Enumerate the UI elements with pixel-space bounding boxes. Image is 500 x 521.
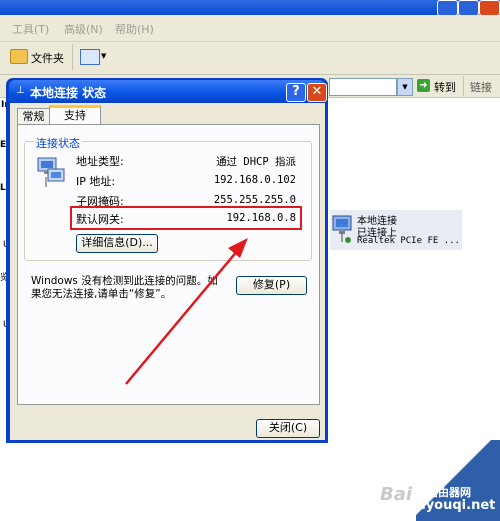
watermark-brand: Bai bbox=[380, 484, 413, 505]
watermark-site-url: luyouqi.net bbox=[412, 498, 496, 513]
